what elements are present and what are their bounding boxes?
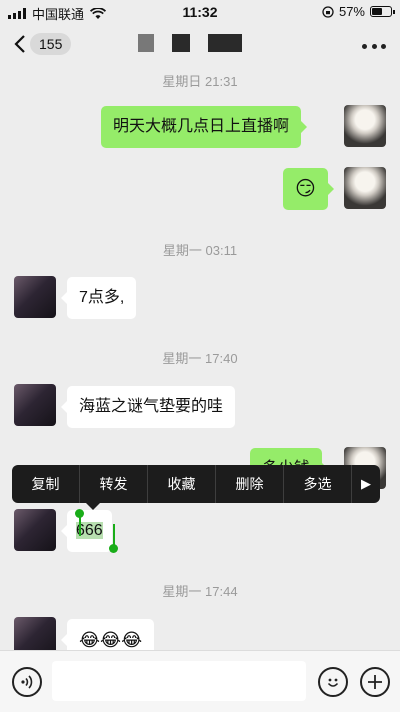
chat-area[interactable]: 星期日 21:31 明天大概几点日上直播啊 😏 星期一 03:11 7点多, 星…	[0, 68, 400, 650]
nav-bar: 155	[0, 24, 400, 68]
battery-fill	[372, 8, 382, 15]
add-icon[interactable]	[360, 667, 390, 697]
battery-icon	[370, 6, 395, 17]
menu-copy[interactable]: 复制	[12, 465, 80, 503]
battery-percent: 57%	[338, 4, 365, 19]
message-input[interactable]	[52, 661, 306, 701]
avatar-self[interactable]	[344, 167, 386, 209]
status-bar: 中国联通 11:32 57%	[0, 0, 400, 24]
message-bubble-contact[interactable]: 😂😂😂	[60, 619, 155, 650]
avatar-contact[interactable]	[14, 509, 56, 551]
menu-favorite[interactable]: 收藏	[148, 465, 216, 503]
chat-title-redacted	[138, 34, 242, 52]
avatar-contact[interactable]	[14, 276, 56, 318]
menu-forward[interactable]: 转发	[80, 465, 148, 503]
timestamp: 星期一 03:11	[162, 243, 238, 258]
back-chevron-icon	[14, 35, 25, 53]
message-bubble-self[interactable]: 😏	[283, 168, 334, 210]
voice-icon[interactable]	[12, 667, 42, 697]
status-right: 57%	[322, 4, 395, 19]
back-button[interactable]: 155	[14, 33, 72, 55]
unread-count-badge: 155	[30, 33, 72, 55]
timestamp: 星期一 17:40	[162, 351, 238, 366]
menu-next-arrow-icon[interactable]: ▶	[352, 476, 380, 492]
more-dots-icon[interactable]	[362, 36, 386, 56]
menu-multi-select[interactable]: 多选	[284, 465, 352, 503]
context-menu: 复制 转发 收藏 删除 多选 ▶	[12, 465, 380, 503]
selection-handle-start-dot[interactable]	[75, 509, 84, 518]
avatar-self[interactable]	[344, 105, 386, 147]
menu-delete[interactable]: 删除	[216, 465, 284, 503]
message-bubble-self[interactable]: 明天大概几点日上直播啊	[101, 106, 308, 148]
timestamp: 星期一 17:44	[162, 584, 238, 599]
avatar-contact[interactable]	[14, 617, 56, 650]
avatar-contact[interactable]	[14, 384, 56, 426]
rotation-lock-icon	[322, 5, 334, 18]
message-bubble-contact[interactable]: 7点多,	[60, 277, 137, 319]
emoji-icon[interactable]	[318, 667, 348, 697]
context-menu-pointer	[86, 503, 100, 517]
input-bar	[0, 650, 400, 712]
message-bubble-contact[interactable]: 海蓝之谜气垫要的哇	[60, 386, 236, 428]
selection-handle-end-dot[interactable]	[109, 544, 118, 553]
timestamp: 星期日 21:31	[162, 74, 238, 89]
